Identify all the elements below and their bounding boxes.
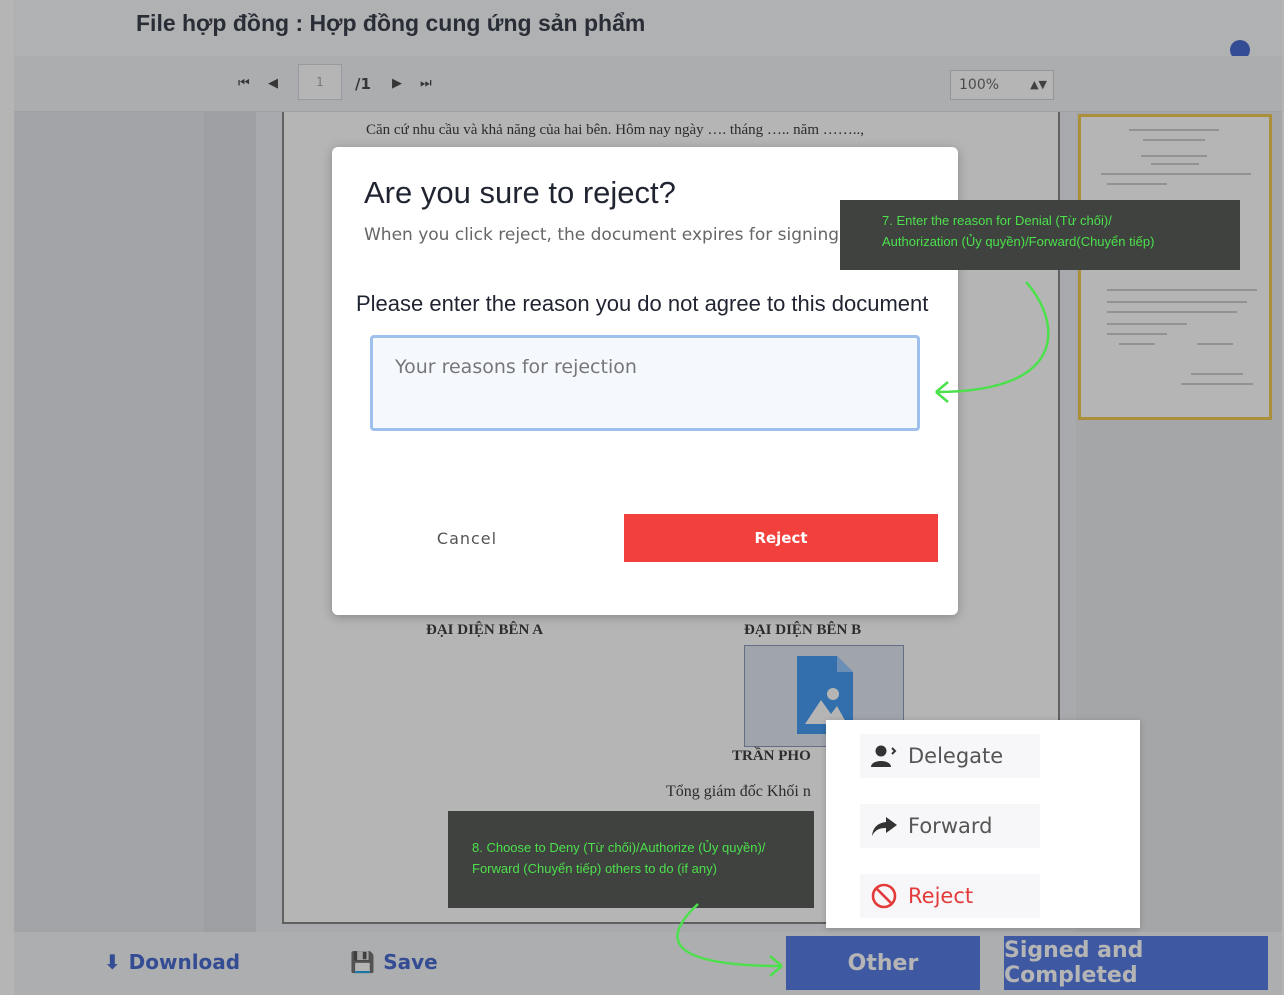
menu-item-reject[interactable]: Reject: [860, 874, 1040, 918]
ban-icon: [871, 883, 897, 909]
other-actions-menu: Delegate Forward Reject: [826, 720, 1140, 928]
menu-item-delegate[interactable]: Delegate: [860, 734, 1040, 778]
menu-item-label: Reject: [908, 884, 974, 908]
menu-item-label: Delegate: [908, 744, 1004, 768]
reason-label: Please enter the reason you do not agree…: [356, 291, 929, 316]
reject-button[interactable]: Reject: [624, 514, 938, 562]
tooltip-line: Forward (Chuyển tiếp) others to do (if a…: [472, 861, 717, 876]
cancel-button[interactable]: Cancel: [392, 515, 542, 561]
step-8-tooltip: 8. Choose to Deny (Từ chối)/Authorize (Ủ…: [448, 811, 814, 908]
modal-subtitle: When you click reject, the document expi…: [364, 225, 840, 245]
delegate-icon: [871, 745, 897, 767]
forward-icon: [872, 817, 897, 836]
tooltip-line: 8. Choose to Deny (Từ chối)/Authorize (Ủ…: [472, 840, 766, 855]
step-7-tooltip: 7. Enter the reason for Denial (Từ chối)…: [840, 200, 1240, 270]
menu-item-forward[interactable]: Forward: [860, 804, 1040, 848]
rejection-reason-input[interactable]: [370, 335, 920, 431]
menu-item-label: Forward: [908, 814, 993, 838]
tooltip-line: 7. Enter the reason for Denial (Từ chối)…: [882, 213, 1112, 228]
tooltip-line: Authorization (Ủy quyền)/Forward(Chuyển …: [882, 234, 1155, 249]
modal-title: Are you sure to reject?: [364, 175, 676, 210]
